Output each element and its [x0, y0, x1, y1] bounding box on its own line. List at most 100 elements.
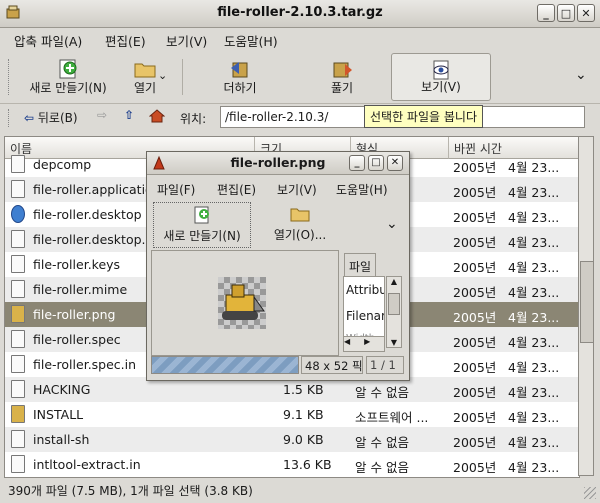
image-size-text: 48 x 52 픽: [301, 356, 363, 374]
cell-time: 4월 23...: [508, 435, 560, 450]
cell-name: install-sh: [33, 432, 90, 447]
cell-date: 2005년: [453, 160, 497, 175]
popup-maximize-button[interactable]: □: [368, 155, 384, 171]
table-row[interactable]: intltool-extract.in 13.6 KB 알 수 없음 2005년 4월 …: [5, 452, 579, 477]
forward-arrow-icon[interactable]: ⇨: [97, 108, 107, 122]
cell-time: 4월 23...: [508, 160, 560, 175]
cell-date: 2005년: [453, 335, 497, 350]
status-bar: 390개 파일 (7.5 MB), 1개 파일 선택 (3.8 KB): [0, 478, 600, 503]
up-arrow-icon[interactable]: ⇧: [124, 108, 134, 122]
popup-open-label: 열기(O)...: [273, 228, 327, 242]
file-icon: [11, 380, 25, 398]
cell-time: 4월 23...: [508, 260, 560, 275]
cell-date: 2005년: [453, 260, 497, 275]
prop-attributes: Attribu: [346, 283, 385, 297]
popup-minimize-button[interactable]: _: [349, 155, 365, 171]
cell-name: intltool-extract.in: [33, 457, 141, 472]
popup-new-button[interactable]: 새로 만들기(N): [153, 202, 251, 248]
folder-icon: [134, 59, 156, 79]
cell-type: 알 수 없음: [355, 435, 409, 450]
minimize-button[interactable]: _: [537, 4, 555, 22]
table-row[interactable]: INSTALL 9.1 KB 소프트웨어 ... 2005년 4월 23...: [5, 402, 579, 427]
cell-type: 알 수 없음: [355, 385, 409, 400]
file-icon: [11, 230, 25, 248]
file-icon: [11, 355, 25, 373]
add-files-icon: [229, 59, 251, 79]
cell-type: 알 수 없음: [355, 460, 409, 475]
toolbar: 새로 만들기(N) 열기 ⌄ 더하기 풀기 보기(V) ⌄: [0, 51, 600, 104]
cell-date: 2005년: [453, 185, 497, 200]
tab-file[interactable]: 파일: [344, 253, 376, 277]
image-viewer-window: file-roller.png _ □ ✕ 파일(F) 편집(E) 보기(V) …: [146, 151, 410, 381]
toolbar-overflow-chevron-icon[interactable]: ⌄: [575, 67, 587, 83]
file-icon: [11, 330, 25, 348]
table-row[interactable]: install-sh 9.0 KB 알 수 없음 2005년 4월 23...: [5, 427, 579, 452]
scroll-up-icon[interactable]: ▲: [387, 277, 401, 286]
close-button[interactable]: ✕: [577, 4, 595, 22]
cell-date: 2005년: [453, 285, 497, 300]
image-file-icon: [11, 305, 25, 323]
home-icon[interactable]: [148, 109, 166, 126]
menu-view[interactable]: 보기(V): [166, 31, 207, 50]
location-label: 위치:: [180, 112, 207, 126]
popup-overflow-chevron-icon[interactable]: ⌄: [386, 216, 398, 232]
cell-time: 4월 23...: [508, 385, 560, 400]
open-dropdown-arrow-icon[interactable]: ⌄: [158, 69, 167, 82]
properties-vscrollbar[interactable]: ▲ ▼: [386, 276, 402, 348]
menu-help[interactable]: 도움말(H): [224, 31, 278, 50]
extract-icon: [331, 59, 353, 79]
view-eye-icon: [430, 60, 452, 80]
progress-bar: [151, 356, 299, 374]
popup-menu-file[interactable]: 파일(F): [157, 181, 195, 198]
properties-scroll-thumb[interactable]: [388, 293, 400, 315]
toolbar-handle[interactable]: [8, 59, 12, 95]
file-icon: [11, 280, 25, 298]
window-title: file-roller-2.10.3.tar.gz: [217, 5, 383, 20]
popup-close-button[interactable]: ✕: [387, 155, 403, 171]
popup-menu-view[interactable]: 보기(V): [277, 181, 317, 198]
new-archive-button[interactable]: 새로 만들기(N): [18, 53, 118, 101]
cell-date: 2005년: [453, 210, 497, 225]
scroll-right-icon[interactable]: ▶: [364, 337, 370, 346]
vertical-scrollbar[interactable]: [578, 136, 594, 476]
cell-time: 4월 23...: [508, 285, 560, 300]
toolbar-separator: [182, 59, 183, 95]
back-label: 뒤로(B): [37, 111, 78, 125]
cell-date: 2005년: [453, 360, 497, 375]
install-file-icon: [11, 405, 25, 423]
menu-bar: 압축 파일(A) 편집(E) 보기(V) 도움말(H): [0, 28, 600, 50]
menu-archive[interactable]: 압축 파일(A): [14, 31, 82, 50]
cell-date: 2005년: [453, 460, 497, 475]
maximize-button[interactable]: □: [557, 4, 575, 22]
back-button[interactable]: ⇦ 뒤로(B): [24, 109, 78, 126]
cell-time: 4월 23...: [508, 360, 560, 375]
extract-button[interactable]: 풀기: [307, 53, 377, 101]
cell-time: 4월 23...: [508, 210, 560, 225]
progress-fill: [152, 357, 298, 373]
cell-date: 2005년: [453, 385, 497, 400]
new-archive-icon: [57, 59, 79, 79]
locationbar-handle[interactable]: [8, 109, 12, 127]
cell-date: 2005년: [453, 310, 497, 325]
file-icon: [11, 180, 25, 198]
menu-edit[interactable]: 편집(E): [105, 31, 146, 50]
title-bar: file-roller-2.10.3.tar.gz _ □ ✕: [0, 0, 600, 28]
cell-time: 4월 23...: [508, 235, 560, 250]
view-button[interactable]: 보기(V): [391, 53, 491, 101]
popup-folder-icon: [259, 205, 341, 226]
tooltip: 선택한 파일을 봅니다: [364, 105, 483, 128]
popup-menu-edit[interactable]: 편집(E): [217, 181, 256, 198]
file-icon: [11, 255, 25, 273]
popup-menu-help[interactable]: 도움말(H): [336, 181, 388, 198]
scroll-down-icon[interactable]: ▼: [387, 338, 401, 347]
popup-open-button[interactable]: 열기(O)...: [259, 202, 341, 246]
scroll-left-icon[interactable]: ◀: [344, 337, 350, 346]
globe-file-icon: [11, 205, 25, 223]
resize-grip[interactable]: [584, 487, 596, 499]
image-preview-area[interactable]: [151, 250, 339, 356]
popup-new-label: 새로 만들기(N): [163, 229, 241, 243]
scrollbar-thumb[interactable]: [580, 261, 594, 343]
properties-hscrollbar[interactable]: ◀ ▶: [343, 336, 385, 352]
add-button[interactable]: 더하기: [205, 53, 275, 101]
cell-type: 소프트웨어 ...: [355, 410, 429, 425]
